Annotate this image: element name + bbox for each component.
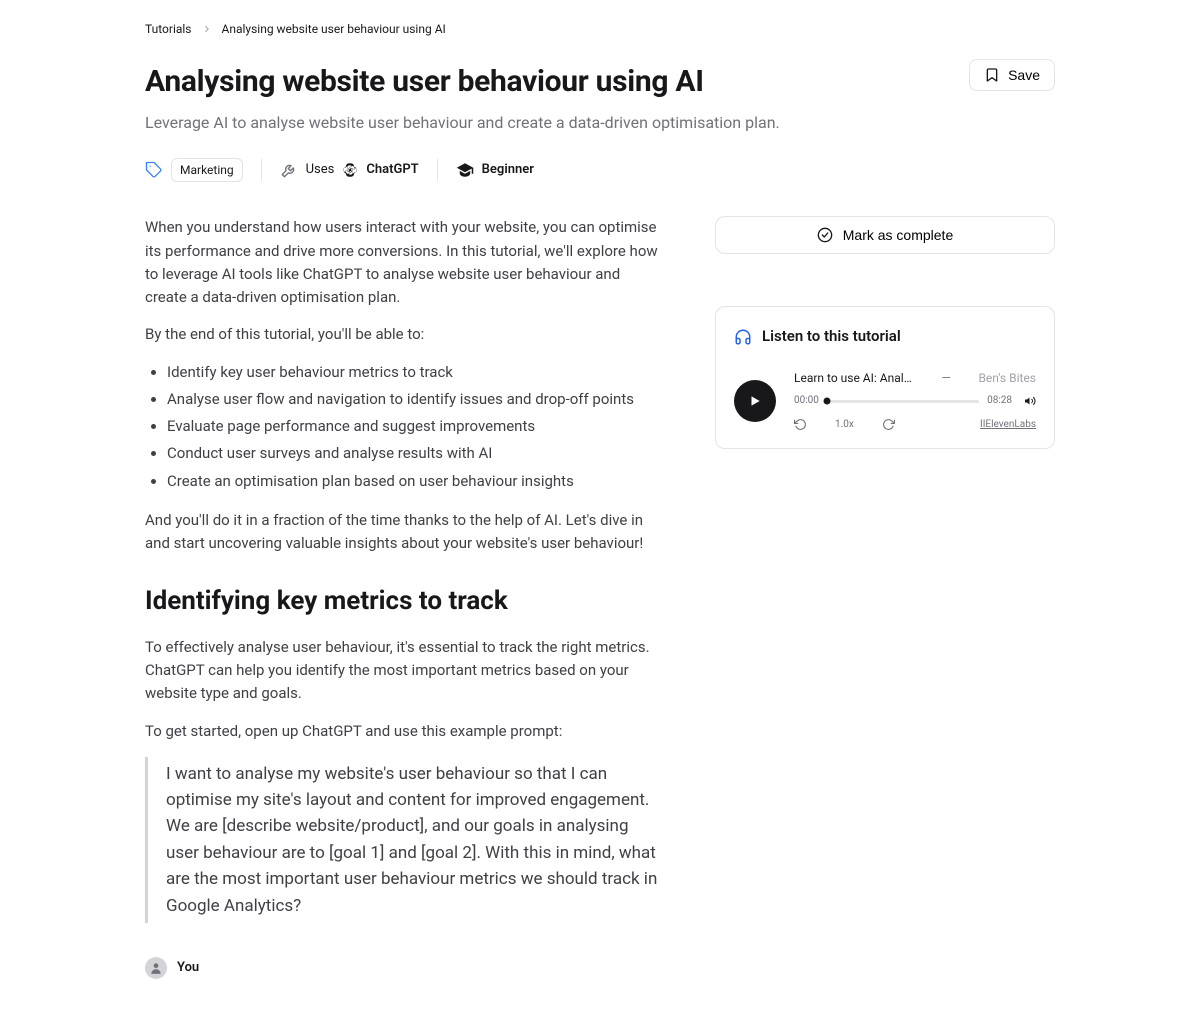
objectives-list: Identify key user behaviour metrics to t… — [167, 361, 659, 493]
divider — [261, 159, 262, 181]
save-button-label: Save — [1008, 67, 1040, 83]
progress-handle[interactable] — [823, 398, 830, 405]
openai-icon — [342, 162, 358, 178]
track-author: Ben's Bites — [978, 369, 1036, 388]
uses-label: Uses — [306, 160, 335, 180]
right-rail: Mark as complete Listen to this tutorial — [715, 216, 1055, 449]
audio-player: Learn to use AI: Analys… — Ben's Bites 0… — [734, 369, 1036, 433]
list-item: Evaluate page performance and suggest im… — [167, 415, 659, 438]
user-avatar-icon — [145, 957, 167, 979]
article-body: When you understand how users interact w… — [145, 216, 659, 978]
meta-uses: Uses ChatGPT — [280, 160, 419, 180]
level-label: Beginner — [482, 160, 534, 180]
meta-category: Marketing — [145, 158, 243, 183]
dash-icon: — — [942, 369, 951, 388]
forward-icon[interactable] — [882, 418, 895, 431]
list-item: Conduct user surveys and analyse results… — [167, 442, 659, 465]
check-circle-icon — [817, 227, 833, 243]
chat-author-label: You — [177, 958, 199, 978]
volume-icon[interactable] — [1024, 395, 1036, 407]
list-item: Analyse user flow and navigation to iden… — [167, 388, 659, 411]
divider — [437, 159, 438, 181]
progress-bar[interactable] — [827, 400, 979, 403]
category-badge[interactable]: Marketing — [171, 158, 243, 183]
intro-paragraph: When you understand how users interact w… — [145, 216, 659, 309]
mark-complete-label: Mark as complete — [843, 227, 953, 243]
mark-complete-button[interactable]: Mark as complete — [715, 216, 1055, 254]
page-subtitle: Leverage AI to analyse website user beha… — [145, 111, 780, 136]
breadcrumb-root[interactable]: Tutorials — [145, 20, 192, 39]
section-heading: Identifying key metrics to track — [145, 581, 659, 621]
provider-link[interactable]: IIElevenLabs — [980, 417, 1036, 433]
track-title: Learn to use AI: Analys… — [794, 369, 914, 388]
list-item: Create an optimisation plan based on use… — [167, 470, 659, 493]
listen-title: Listen to this tutorial — [762, 325, 901, 348]
list-item: Identify key user behaviour metrics to t… — [167, 361, 659, 384]
breadcrumb: Tutorials Analysing website user behavio… — [145, 20, 1055, 39]
headphones-icon — [734, 328, 752, 346]
tag-icon — [145, 161, 163, 179]
page-title: Analysing website user behaviour using A… — [145, 59, 780, 106]
rewind-icon[interactable] — [794, 418, 807, 431]
meta-level: Beginner — [456, 160, 534, 180]
play-button[interactable] — [734, 380, 776, 422]
section-paragraph: To effectively analyse user behaviour, i… — [145, 636, 659, 706]
listen-card: Listen to this tutorial Learn to use AI:… — [715, 306, 1055, 449]
duration: 08:28 — [987, 393, 1012, 409]
example-prompt: I want to analyse my website's user beha… — [145, 757, 659, 923]
lead-paragraph: By the end of this tutorial, you'll be a… — [145, 323, 659, 346]
playback-speed[interactable]: 1.0x — [835, 417, 854, 433]
breadcrumb-current: Analysing website user behaviour using A… — [222, 20, 446, 39]
wrench-icon — [280, 161, 298, 179]
bookmark-icon — [984, 67, 1000, 83]
chat-message-header: You — [145, 957, 659, 979]
chevron-right-icon — [202, 24, 212, 34]
current-time: 00:00 — [794, 393, 819, 409]
outro-paragraph: And you'll do it in a fraction of the ti… — [145, 509, 659, 556]
meta-row: Marketing Uses ChatGPT Beginner — [145, 158, 1055, 183]
graduation-cap-icon — [456, 161, 474, 179]
section-paragraph: To get started, open up ChatGPT and use … — [145, 720, 659, 743]
save-button[interactable]: Save — [969, 59, 1055, 91]
uses-tool: ChatGPT — [366, 160, 418, 180]
